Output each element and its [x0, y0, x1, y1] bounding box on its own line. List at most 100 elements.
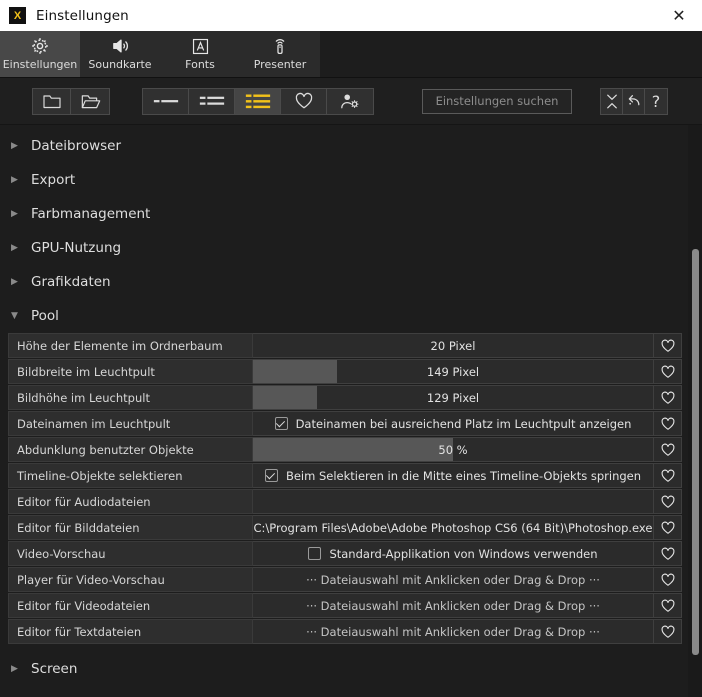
settings-tree: ▶ Dateibrowser ▶ Export ▶ Farbmanagement…	[0, 125, 688, 697]
value-text: Dateinamen bei ausreichend Platz im Leuc…	[296, 417, 632, 431]
table-row[interactable]: Player für Video-Vorschau ··· Dateiauswa…	[8, 567, 682, 592]
window-title: Einstellungen	[36, 8, 129, 24]
collapse-icon[interactable]	[601, 89, 623, 114]
setting-checkbox-row[interactable]: Standard-Applikation von Windows verwend…	[253, 541, 654, 566]
help-icon[interactable]: ?	[645, 89, 667, 114]
setting-slider[interactable]: 50 %	[253, 437, 654, 462]
table-row[interactable]: Höhe der Elemente im Ordnerbaum 20 Pixel	[8, 333, 682, 358]
view-mode-group	[142, 88, 374, 115]
font-a-icon	[191, 35, 210, 57]
table-row[interactable]: Video-Vorschau Standard-Applikation von …	[8, 541, 682, 566]
chevron-right-icon: ▶	[11, 142, 27, 151]
setting-dropzone[interactable]: ··· Dateiauswahl mit Anklicken oder Drag…	[253, 593, 654, 618]
setting-slider[interactable]: 149 Pixel	[253, 359, 654, 384]
favorite-heart-icon[interactable]	[654, 567, 682, 592]
checkbox[interactable]	[275, 417, 288, 430]
category-export[interactable]: ▶ Export	[0, 163, 688, 197]
category-label: Screen	[31, 661, 77, 677]
undo-icon[interactable]	[623, 89, 645, 114]
tab-presenter[interactable]: Presenter	[240, 31, 320, 77]
setting-value[interactable]	[253, 489, 654, 514]
new-folder-icon[interactable]	[33, 89, 71, 114]
favorite-heart-icon[interactable]	[654, 385, 682, 410]
tab-soundkarte[interactable]: Soundkarte	[80, 31, 160, 77]
setting-dropzone[interactable]: ··· Dateiauswahl mit Anklicken oder Drag…	[253, 567, 654, 592]
tab-bar: Einstellungen Soundkarte Fonts	[0, 31, 702, 78]
checkbox[interactable]	[308, 547, 321, 560]
chevron-right-icon: ▶	[11, 244, 27, 253]
setting-checkbox-row[interactable]: Dateinamen bei ausreichend Platz im Leuc…	[253, 411, 654, 436]
setting-value[interactable]: C:\Program Files\Adobe\Adobe Photoshop C…	[253, 515, 654, 540]
category-gpu-nutzung[interactable]: ▶ GPU-Nutzung	[0, 231, 688, 265]
value-text: ··· Dateiauswahl mit Anklicken oder Drag…	[306, 599, 600, 613]
chevron-right-icon: ▶	[11, 665, 27, 674]
favorite-heart-icon[interactable]	[654, 463, 682, 488]
scrollbar-thumb[interactable]	[692, 249, 699, 655]
category-label: Dateibrowser	[31, 138, 121, 154]
category-dateibrowser[interactable]: ▶ Dateibrowser	[0, 129, 688, 163]
value-text: ··· Dateiauswahl mit Anklicken oder Drag…	[306, 573, 600, 587]
favorite-heart-icon[interactable]	[654, 359, 682, 384]
favorite-heart-icon[interactable]	[654, 411, 682, 436]
checkbox[interactable]	[265, 469, 278, 482]
favorite-heart-icon[interactable]	[654, 593, 682, 618]
slider-fill	[253, 360, 337, 383]
app-logo-icon: X	[9, 7, 26, 24]
value-text: 50 %	[438, 443, 467, 457]
setting-label: Abdunklung benutzter Objekte	[8, 437, 253, 462]
tabbar-filler	[320, 31, 702, 77]
tab-einstellungen[interactable]: Einstellungen	[0, 31, 80, 77]
table-row[interactable]: Abdunklung benutzter Objekte 50 %	[8, 437, 682, 462]
setting-label: Bildhöhe im Leuchtpult	[8, 385, 253, 410]
favorite-heart-icon[interactable]	[654, 489, 682, 514]
vertical-scrollbar[interactable]	[688, 125, 702, 697]
tab-fonts[interactable]: Fonts	[160, 31, 240, 77]
table-row[interactable]: Editor für Videodateien ··· Dateiauswahl…	[8, 593, 682, 618]
setting-dropzone[interactable]: ··· Dateiauswahl mit Anklicken oder Drag…	[253, 619, 654, 644]
list-compact-icon[interactable]	[143, 89, 189, 114]
setting-value[interactable]: 20 Pixel	[253, 333, 654, 358]
category-storyboard[interactable]: ▶ Storyboard	[0, 686, 688, 697]
favorite-heart-icon[interactable]	[654, 437, 682, 462]
search-placeholder: Einstellungen suchen	[436, 94, 559, 108]
table-row[interactable]: Editor für Audiodateien	[8, 489, 682, 514]
category-farbmanagement[interactable]: ▶ Farbmanagement	[0, 197, 688, 231]
value-text: 129 Pixel	[427, 391, 479, 405]
search-input[interactable]: Einstellungen suchen	[422, 89, 572, 114]
setting-slider[interactable]: 129 Pixel	[253, 385, 654, 410]
list-medium-icon[interactable]	[189, 89, 235, 114]
table-row[interactable]: Timeline-Objekte selektieren Beim Selekt…	[8, 463, 682, 488]
value-text: 20 Pixel	[431, 339, 476, 353]
toolbar: Einstellungen suchen ?	[0, 78, 702, 125]
setting-label-editor-bilddateien: Editor für Bilddateien	[8, 515, 253, 540]
list-full-icon[interactable]	[235, 89, 281, 114]
gear-icon	[30, 35, 50, 57]
table-row[interactable]: Editor für Bilddateien C:\Program Files\…	[8, 515, 682, 540]
category-pool[interactable]: ▼ Pool	[0, 299, 688, 333]
table-row[interactable]: Bildbreite im Leuchtpult 149 Pixel	[8, 359, 682, 384]
file-button-group	[32, 88, 110, 115]
setting-checkbox-row[interactable]: Beim Selektieren in die Mitte eines Time…	[253, 463, 654, 488]
category-grafikdaten[interactable]: ▶ Grafikdaten	[0, 265, 688, 299]
setting-label: Player für Video-Vorschau	[8, 567, 253, 592]
favorite-heart-icon[interactable]	[654, 515, 682, 540]
slider-fill	[253, 386, 317, 409]
favorite-heart-icon[interactable]	[654, 619, 682, 644]
close-icon[interactable]: ✕	[656, 0, 702, 31]
user-gear-icon[interactable]	[327, 89, 373, 114]
favorite-heart-icon[interactable]	[654, 333, 682, 358]
tab-label: Presenter	[254, 58, 307, 71]
table-row[interactable]: Bildhöhe im Leuchtpult 129 Pixel	[8, 385, 682, 410]
favorite-heart-icon[interactable]	[654, 541, 682, 566]
presenter-remote-icon	[270, 35, 290, 57]
category-label: GPU-Nutzung	[31, 240, 121, 256]
open-folder-icon[interactable]	[71, 89, 109, 114]
table-row[interactable]: Editor für Textdateien ··· Dateiauswahl …	[8, 619, 682, 644]
setting-label: Video-Vorschau	[8, 541, 253, 566]
utility-button-group: ?	[600, 88, 668, 115]
table-row[interactable]: Dateinamen im Leuchtpult Dateinamen bei …	[8, 411, 682, 436]
category-screen[interactable]: ▶ Screen	[0, 652, 688, 686]
heart-icon[interactable]	[281, 89, 327, 114]
slider-fill	[253, 438, 453, 461]
category-label: Grafikdaten	[31, 274, 111, 290]
